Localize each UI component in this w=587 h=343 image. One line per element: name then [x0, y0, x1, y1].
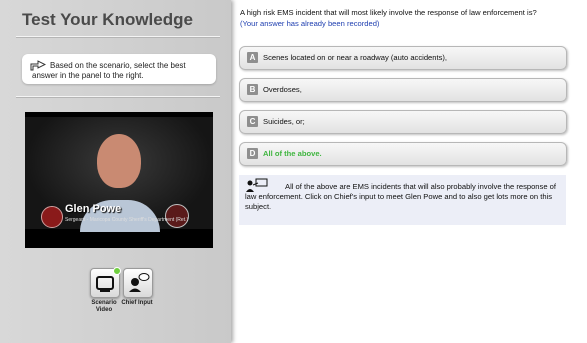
explanation-box: All of the above are EMS incidents that … — [239, 175, 566, 225]
option-letter: A — [247, 52, 258, 63]
answer-status: (Your answer has already been recorded) — [240, 19, 380, 28]
answer-option-c[interactable]: C Suicides, or; — [239, 110, 567, 134]
answer-option-d[interactable]: D All of the above. — [239, 142, 567, 166]
scenario-video-label: Scenario Video — [91, 300, 117, 313]
answer-option-b[interactable]: B Overdoses, — [239, 78, 567, 102]
chief-input-label: Chief Input — [121, 300, 153, 306]
divider — [16, 36, 220, 38]
badge-patch-icon — [41, 206, 63, 228]
scenario-video-button[interactable] — [90, 267, 121, 298]
video-person-head — [97, 134, 141, 188]
option-letter: C — [247, 116, 258, 127]
option-text: Suicides, or; — [263, 117, 305, 126]
divider — [16, 96, 220, 98]
panel-title: Test Your Knowledge — [22, 10, 193, 29]
video-speaker-title: Sergeant - Maricopa County Sheriff's Dep… — [65, 217, 189, 223]
scenario-video-player[interactable]: Glen Powe Sergeant - Maricopa County She… — [25, 112, 213, 248]
page: Test Your Knowledge Based on the scenari… — [0, 0, 587, 343]
badge-patch-icon — [165, 204, 189, 228]
question-text: A high risk EMS incident that will most … — [240, 8, 537, 17]
answer-option-a[interactable]: A Scenes located on or near a roadway (a… — [239, 46, 567, 70]
option-text: All of the above. — [263, 149, 322, 158]
option-letter: D — [247, 148, 258, 159]
option-letter: B — [247, 84, 258, 95]
instruction-text: Based on the scenario, select the best a… — [32, 61, 186, 80]
video-speaker-name: Glen Powe — [65, 203, 122, 215]
left-panel: Test Your Knowledge Based on the scenari… — [0, 0, 231, 343]
option-text: Overdoses, — [263, 85, 302, 94]
option-text: Scenes located on or near a roadway (aut… — [263, 53, 448, 62]
instruction-box: Based on the scenario, select the best a… — [22, 54, 216, 84]
chief-speech-icon — [129, 273, 150, 292]
chief-input-button[interactable] — [123, 268, 153, 298]
explanation-text: All of the above are EMS incidents that … — [245, 182, 556, 211]
active-indicator-icon — [113, 267, 121, 275]
